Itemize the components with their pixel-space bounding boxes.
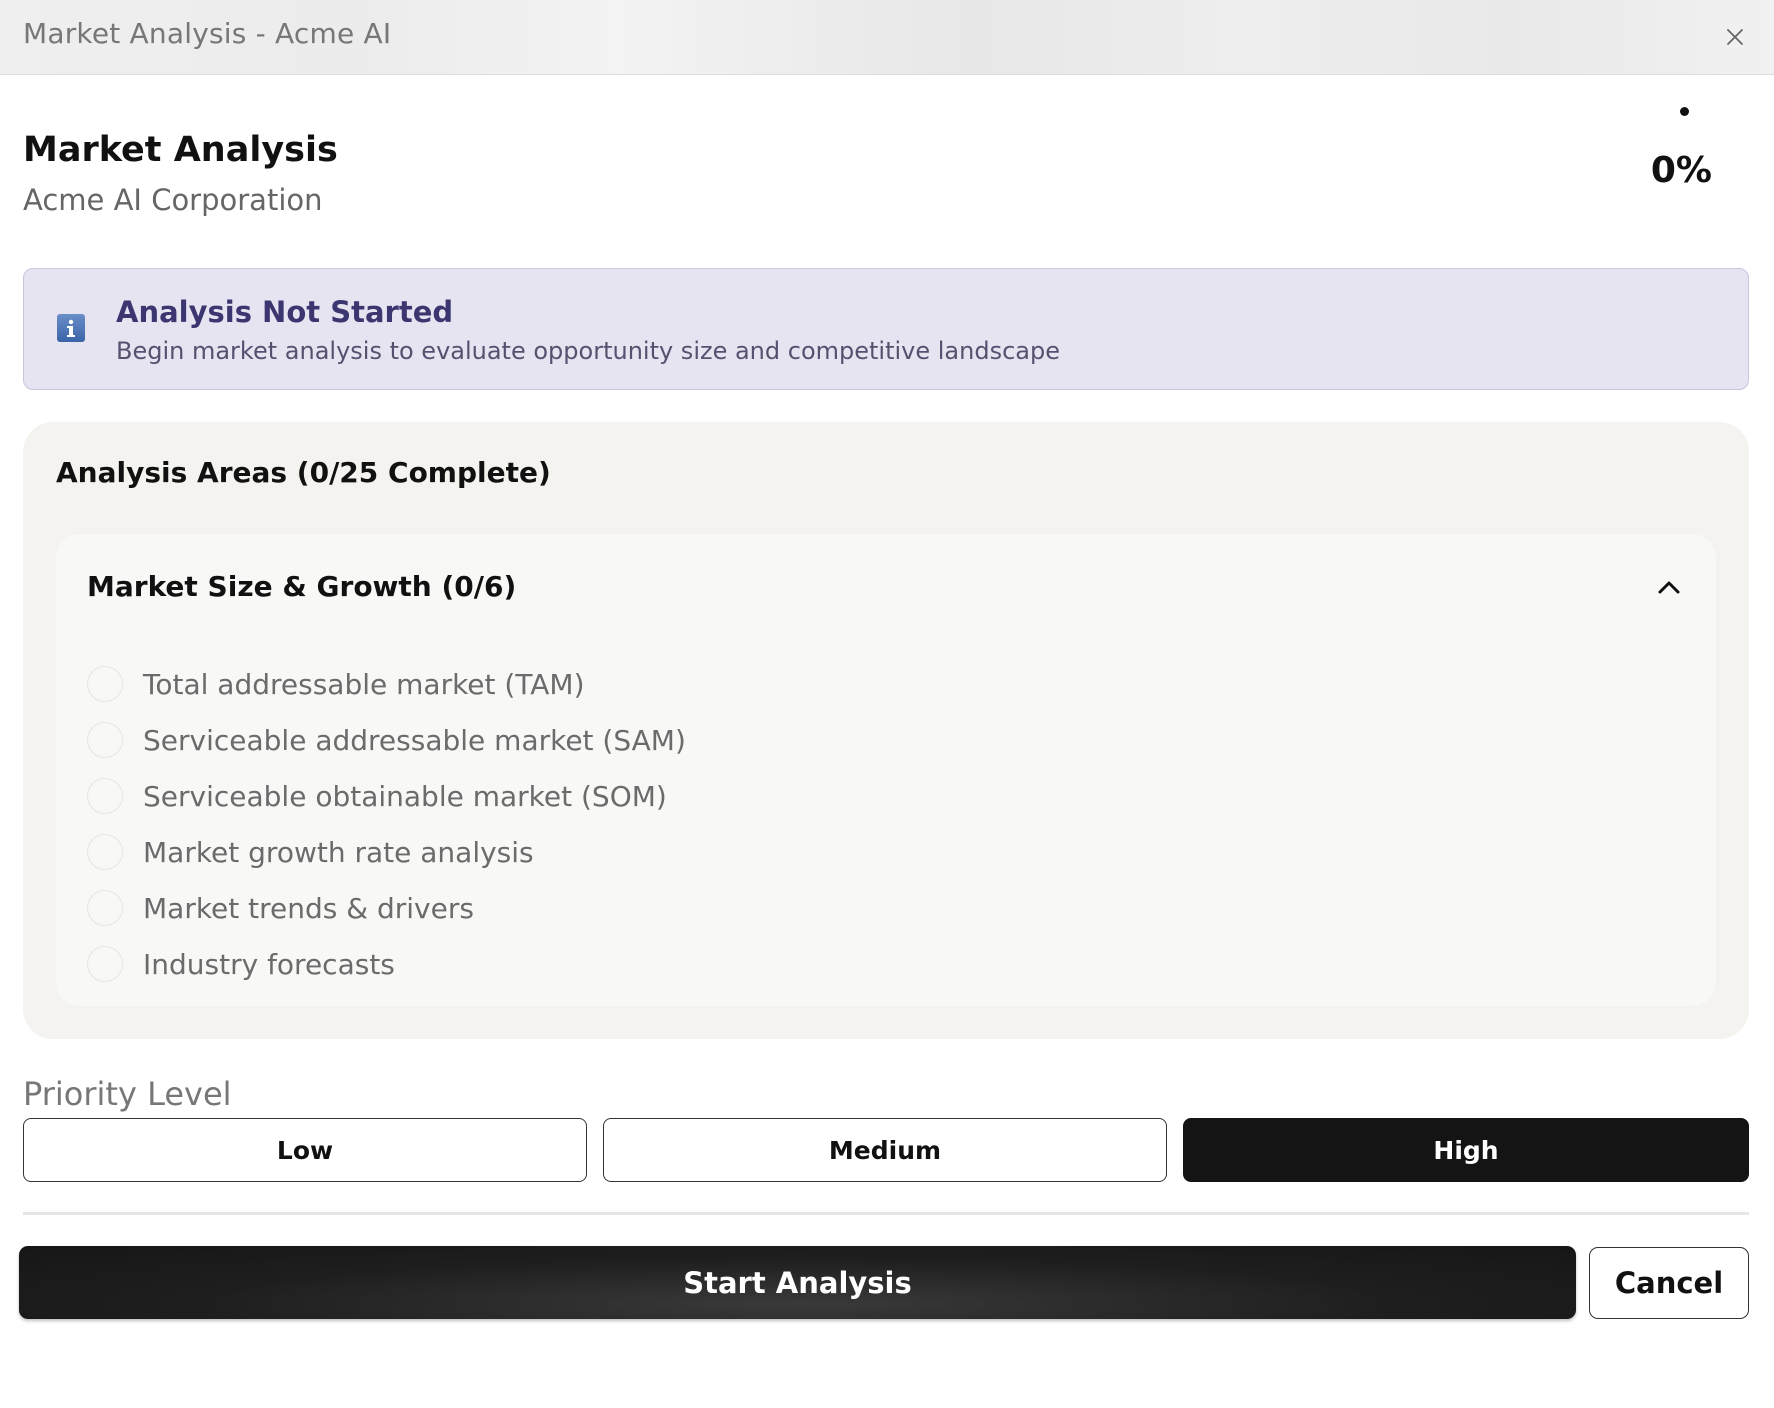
- close-icon: [1727, 29, 1743, 45]
- start-analysis-button[interactable]: Start Analysis: [19, 1246, 1576, 1319]
- progress-percent: 0%: [1650, 150, 1712, 191]
- analysis-areas-title: Analysis Areas (0/25 Complete): [56, 456, 551, 489]
- checkbox-circle[interactable]: [87, 834, 123, 870]
- checklist-item-sam[interactable]: Serviceable addressable market (SAM): [87, 712, 686, 768]
- checklist-item-trends[interactable]: Market trends & drivers: [87, 880, 686, 936]
- checklist-item-som[interactable]: Serviceable obtainable market (SOM): [87, 768, 686, 824]
- checklist: Total addressable market (TAM) Serviceab…: [87, 656, 686, 992]
- checklist-item-label: Market trends & drivers: [143, 891, 474, 925]
- info-icon: [57, 314, 85, 342]
- checkbox-circle[interactable]: [87, 722, 123, 758]
- checklist-item-label: Total addressable market (TAM): [143, 667, 585, 701]
- cancel-button[interactable]: Cancel: [1589, 1247, 1749, 1319]
- checkbox-circle[interactable]: [87, 778, 123, 814]
- checkbox-circle[interactable]: [87, 890, 123, 926]
- progress-indicator-dot: [1680, 107, 1689, 116]
- checklist-item-label: Industry forecasts: [143, 947, 395, 981]
- checklist-item-growth-rate[interactable]: Market growth rate analysis: [87, 824, 686, 880]
- checklist-item-forecasts[interactable]: Industry forecasts: [87, 936, 686, 992]
- banner-title: Analysis Not Started: [116, 295, 454, 329]
- checkbox-circle[interactable]: [87, 666, 123, 702]
- priority-level-label: Priority Level: [23, 1075, 232, 1113]
- status-banner: Analysis Not Started Begin market analys…: [23, 268, 1749, 390]
- checkbox-circle[interactable]: [87, 946, 123, 982]
- priority-low-button[interactable]: Low: [23, 1118, 587, 1182]
- section-header-market-size-growth[interactable]: Market Size & Growth (0/6): [56, 534, 1716, 638]
- analysis-areas-card: Analysis Areas (0/25 Complete) Market Si…: [23, 422, 1749, 1039]
- divider: [23, 1212, 1749, 1215]
- window-title: Market Analysis - Acme AI: [23, 17, 392, 50]
- checklist-item-label: Market growth rate analysis: [143, 835, 534, 869]
- title-bar: Market Analysis - Acme AI: [0, 0, 1774, 75]
- checklist-item-tam[interactable]: Total addressable market (TAM): [87, 656, 686, 712]
- chevron-up-icon[interactable]: [1654, 572, 1684, 602]
- section-title: Market Size & Growth (0/6): [87, 570, 517, 603]
- checklist-item-label: Serviceable addressable market (SAM): [143, 723, 686, 757]
- close-button[interactable]: [1716, 18, 1754, 56]
- banner-text: Begin market analysis to evaluate opport…: [116, 337, 1060, 365]
- section-market-size-growth: Market Size & Growth (0/6) Total address…: [56, 534, 1716, 1006]
- page-title: Market Analysis: [23, 130, 338, 170]
- priority-medium-button[interactable]: Medium: [603, 1118, 1167, 1182]
- priority-high-button[interactable]: High: [1183, 1118, 1749, 1182]
- company-name: Acme AI Corporation: [23, 183, 323, 217]
- checklist-item-label: Serviceable obtainable market (SOM): [143, 779, 667, 813]
